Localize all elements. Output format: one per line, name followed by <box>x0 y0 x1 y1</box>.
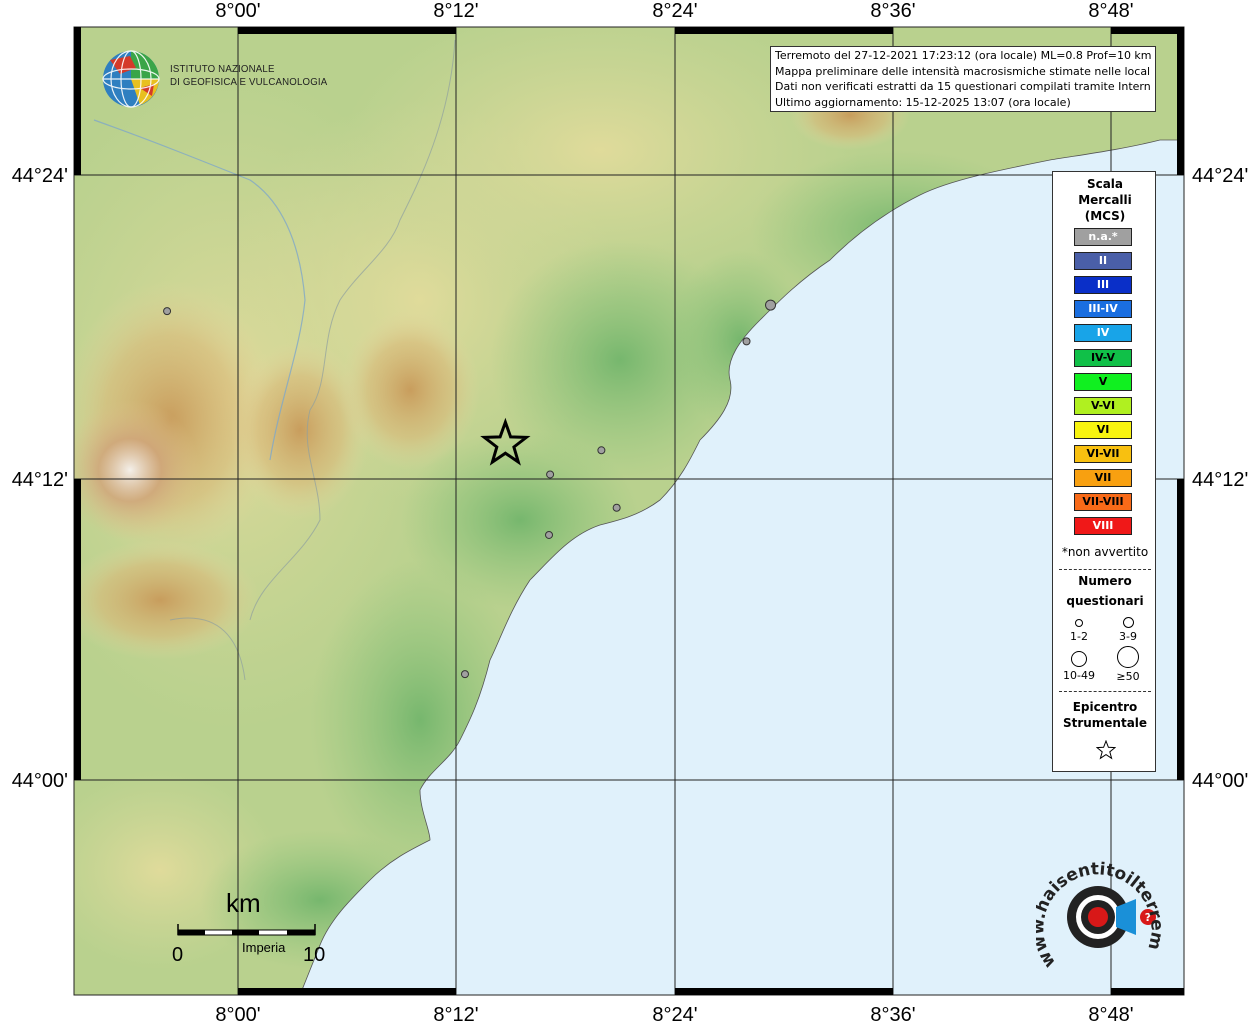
mcs-scale-item: V <box>1074 372 1132 391</box>
observation-point <box>546 470 555 479</box>
observation-point <box>545 530 554 539</box>
mcs-scale-item: n.a.* <box>1074 228 1132 246</box>
lat-label-right: 44°12' <box>1192 469 1248 491</box>
lon-label-bottom: 8°12' <box>433 1004 478 1024</box>
legend-numero-title: questionari <box>1066 594 1144 608</box>
lat-label-right: 44°24' <box>1192 165 1248 187</box>
size-marker-3-9 <box>1123 617 1134 628</box>
legend-title: Mercalli <box>1078 193 1132 207</box>
event-info-line: Dati non verificati estratti da 15 quest… <box>775 80 1151 93</box>
legend-divider <box>1059 691 1151 692</box>
lat-label-left: 44°12' <box>12 469 68 491</box>
size-label: ≥50 <box>1116 670 1140 683</box>
mcs-scale-item: VI <box>1074 420 1132 439</box>
mcs-scale-item: VII-VIII <box>1074 493 1132 512</box>
lon-label-bottom: 8°00' <box>215 1004 260 1024</box>
lat-labels-left: 44°24' 44°12' 44°00' <box>12 165 68 792</box>
legend-panel: Scala Mercalli (MCS) n.a.* II III III-IV IV I… <box>1052 171 1156 772</box>
size-marker-50 <box>1117 646 1139 668</box>
lat-label-left: 44°24' <box>12 165 68 187</box>
lat-label-left: 44°00' <box>12 770 68 792</box>
mcs-scale-item: VI-VII <box>1074 444 1132 463</box>
lon-label-top: 8°12' <box>433 0 478 22</box>
observation-point <box>742 337 751 346</box>
scalebar-end: 10 <box>303 944 326 966</box>
size-marker-10-49 <box>1071 651 1087 667</box>
legend-epicenter-title: Strumentale <box>1062 716 1148 730</box>
lon-label-bottom: 8°48' <box>1088 1004 1133 1024</box>
globe-icon <box>102 50 160 108</box>
legend-epicenter-title: Epicentro <box>1072 700 1138 714</box>
ingv-name-line1: ISTITUTO NAZIONALE <box>170 63 275 75</box>
legend-title: Scala <box>1086 177 1124 191</box>
size-label: 1-2 <box>1070 630 1088 643</box>
mcs-scale-item: III-IV <box>1074 300 1132 319</box>
observation-point <box>460 670 469 679</box>
seismograph-icon: ? www.haisentitoilterremoto.it <box>1028 840 1166 971</box>
lon-label-bottom: 8°24' <box>652 1004 697 1024</box>
mcs-scale-item: IV <box>1074 324 1132 343</box>
observation-point <box>612 503 621 512</box>
ingv-name: ISTITUTO NAZIONALE DI GEOFISICA E VULCAN… <box>170 63 327 89</box>
mcs-scale-item: V-VI <box>1074 396 1132 415</box>
ingv-name-line2: DI GEOFISICA E VULCANOLOGIA <box>170 76 328 88</box>
event-info-line: Mappa preliminare delle intensità macros… <box>775 64 1151 78</box>
mcs-scale-item: IV-V <box>1074 348 1132 367</box>
event-info-line: Terremoto del 27-12-2021 17:23:12 (ora l… <box>775 49 1151 62</box>
observation-point <box>163 307 172 316</box>
scalebar-start: 0 <box>172 944 184 966</box>
lon-label-top: 8°36' <box>870 0 915 22</box>
mcs-scale-item: II <box>1074 252 1132 271</box>
hsit-logo: ? www.haisentitoilterremoto.it <box>1028 840 1166 985</box>
lat-labels-right: 44°24' 44°12' 44°00' <box>1192 165 1248 792</box>
lat-label-right: 44°00' <box>1192 770 1248 792</box>
lon-label-top: 8°00' <box>215 0 260 22</box>
mcs-scale-item: III <box>1074 276 1132 295</box>
lon-labels-top: 8°00' 8°12' 8°24' 8°36' 8°48' <box>215 0 1133 22</box>
mcs-scale-item: VII <box>1074 469 1132 487</box>
lon-label-top: 8°24' <box>652 0 697 22</box>
event-info-box: Terremoto del 27-12-2021 17:23:12 (ora l… <box>770 46 1156 112</box>
size-label: 10-49 <box>1063 669 1095 682</box>
legend-numero-title: Numero <box>1078 574 1132 588</box>
star-icon <box>1096 740 1116 760</box>
observation-point <box>597 446 606 455</box>
lon-labels-bottom: 8°00' 8°12' 8°24' 8°36' 8°48' <box>215 1004 1133 1024</box>
legend-title: (MCS) <box>1084 209 1126 223</box>
city-label: Imperia <box>242 940 286 955</box>
mcs-scale-item: VIII <box>1074 517 1132 536</box>
event-info-line: Ultimo aggiornamento: 15-12-2025 13:07 (… <box>775 95 1071 109</box>
lon-label-top: 8°48' <box>1088 0 1133 22</box>
legend-divider <box>1059 569 1151 570</box>
scalebar-unit: km <box>226 888 261 918</box>
size-marker-1-2 <box>1075 619 1083 627</box>
lon-label-bottom: 8°36' <box>870 1004 915 1024</box>
size-label: 3-9 <box>1119 630 1137 643</box>
legend-note: *non avvertito <box>1061 545 1149 559</box>
observation-point <box>765 299 777 311</box>
